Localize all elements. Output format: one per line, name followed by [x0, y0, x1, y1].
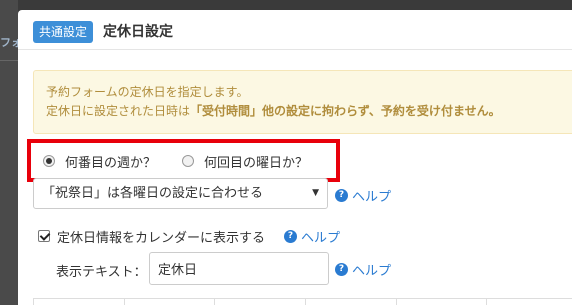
question-circle-icon: ?: [284, 229, 297, 243]
radio-nth-weekday-label: 何回目の曜日か？: [204, 155, 309, 171]
help-link-select[interactable]: ? ヘルプ: [335, 187, 392, 205]
question-circle-icon: ?: [335, 188, 348, 202]
radio-nth-week-label: 何番目の週か？: [65, 155, 157, 171]
table-column: [34, 299, 125, 305]
page-backdrop: フォ: [0, 0, 18, 305]
holiday-mode-select[interactable]: 「祝祭日」は各曜日の設定に合わせる ▼: [33, 178, 328, 209]
notice-line-2-prefix: 定休日に設定された日時は: [46, 104, 191, 118]
show-on-calendar-checkbox-row[interactable]: 定休日情報をカレンダーに表示する: [38, 228, 266, 246]
table-column: [397, 299, 488, 305]
radio-nth-weekday[interactable]: 何回目の曜日か？: [182, 153, 309, 171]
help-link-calendar[interactable]: ? ヘルプ: [284, 228, 341, 246]
notice-line-2-strong: 「受付時間」他の設定に拘わらず、予約を受け付ません。: [190, 104, 501, 118]
notice-line-2: 定休日に設定された日時は「受付時間」他の設定に拘わらず、予約を受け付ません。: [46, 102, 565, 121]
week-mode-radio-group: 何番目の週か？ 何回目の曜日か？: [27, 139, 340, 182]
modal-header: 共通設定 定休日設定: [18, 10, 572, 50]
help-link-label: ヘルプ: [352, 189, 392, 205]
radio-checked-icon: [43, 155, 55, 167]
table-column: [125, 299, 216, 305]
modal-title: 定休日設定: [103, 24, 173, 40]
show-on-calendar-label: 定休日情報をカレンダーに表示する: [57, 230, 266, 246]
help-link-display-text[interactable]: ? ヘルプ: [335, 261, 392, 279]
notice-line-1: 予約フォームの定休日を指定します。: [46, 85, 249, 99]
checkbox-checked-icon[interactable]: [38, 230, 50, 242]
radio-unchecked-icon: [182, 155, 194, 167]
radio-nth-week[interactable]: 何番目の週か？: [43, 153, 157, 171]
display-text-label: 表示テキスト：: [56, 265, 147, 280]
calendar-table-header: [33, 298, 572, 305]
help-link-label: ヘルプ: [301, 230, 341, 246]
backdrop-divider: [0, 60, 18, 61]
holiday-settings-modal: 共通設定 定休日設定 予約フォームの定休日を指定します。 定休日に設定された日時…: [18, 10, 572, 305]
info-notice: 予約フォームの定休日を指定します。 定休日に設定された日時は「受付時間」他の設定…: [33, 70, 572, 134]
question-circle-icon: ?: [335, 262, 348, 276]
display-text-input[interactable]: [149, 252, 329, 285]
table-column: [306, 299, 397, 305]
table-column: [215, 299, 307, 305]
backdrop-text-fragment: フォ: [0, 36, 18, 49]
help-link-label: ヘルプ: [352, 263, 392, 279]
holiday-mode-select-value: 「祝祭日」は各曜日の設定に合わせる: [42, 186, 264, 201]
chevron-down-icon: ▼: [312, 188, 319, 198]
common-settings-badge: 共通設定: [33, 21, 94, 43]
table-column: [487, 299, 572, 305]
